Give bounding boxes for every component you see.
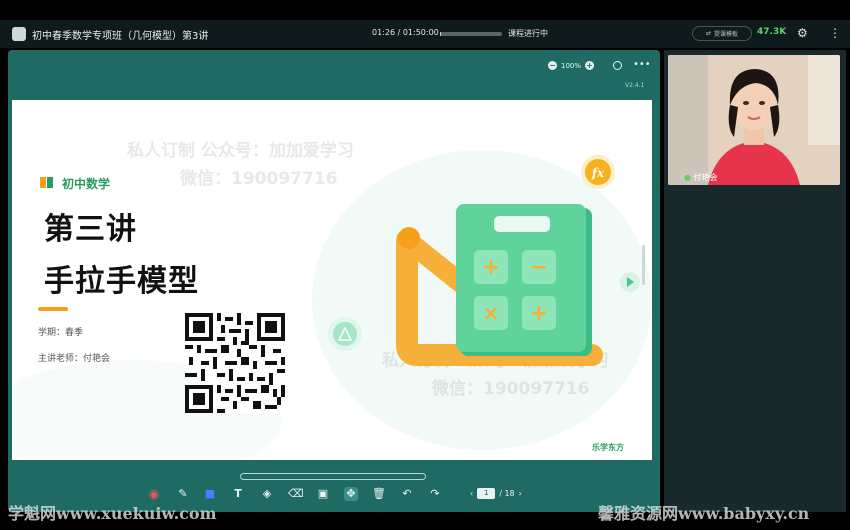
svg-text:+: + <box>530 301 548 326</box>
viewer-count: 47.3K <box>757 27 787 37</box>
page-indicator: ‹ 1 / 18 › <box>470 488 522 499</box>
svg-text:×: × <box>483 301 500 325</box>
playback-time: 01:26 / 01:50:00 <box>372 28 439 37</box>
pen-icon[interactable]: ✎ <box>176 487 190 501</box>
corner-watermark-right: 馨雅资源网www.babyxy.cn <box>598 504 810 523</box>
svg-text:−: − <box>530 255 548 280</box>
horizontal-scrollbar[interactable] <box>240 473 426 480</box>
course-title: 初中春季数学专项班（几何模型）第3讲 <box>32 31 209 42</box>
eraser-icon[interactable]: ⌫ <box>288 487 304 501</box>
text-icon[interactable]: T <box>231 487 245 501</box>
class-status: 课程进行中 <box>508 29 548 38</box>
zoom-in-icon[interactable]: + <box>585 61 595 70</box>
next-page-icon[interactable]: › <box>519 489 522 498</box>
zoom-control: − 100% + <box>548 61 595 70</box>
slide-subject: 初中数学 <box>62 177 111 191</box>
swap-icon: ⇄ <box>705 30 711 37</box>
playback-progress-fill <box>440 32 441 36</box>
redo-icon[interactable]: ↷ <box>428 487 442 501</box>
shape-icon[interactable]: ■ <box>203 487 217 501</box>
qr-code <box>185 313 285 413</box>
teacher-name: 付艳会 <box>693 173 718 182</box>
svg-text:fx: fx <box>591 166 605 180</box>
playback-progress-bar[interactable] <box>440 32 502 36</box>
trash-icon[interactable]: 🗑 <box>372 487 386 501</box>
slide-topic: 手拉手模型 <box>44 264 199 299</box>
zoom-out-icon[interactable]: − <box>548 61 557 70</box>
slide-lesson-number: 第三讲 <box>44 212 137 247</box>
teacher-video-frame <box>668 55 840 185</box>
version-label: V2.4.1 <box>625 82 645 89</box>
vertical-scrollbar[interactable] <box>642 245 645 285</box>
zoom-level: 100% <box>561 61 582 70</box>
svg-text:+: + <box>482 255 500 280</box>
top-bar: 初中春季数学专项班（几何模型）第3讲 01:26 / 01:50:00 课程进行… <box>0 20 850 48</box>
record-icon[interactable]: ◉ <box>147 487 161 501</box>
page-input[interactable]: 1 <box>477 488 496 499</box>
image-icon[interactable]: ▣ <box>316 487 330 501</box>
teacher-name-tag: ● 付艳会 <box>684 172 718 183</box>
app-icon <box>12 27 26 41</box>
fill-icon[interactable]: ◈ <box>260 487 274 501</box>
template-button[interactable]: ⇄ 提课模板 <box>692 26 752 41</box>
slide-term: 学期：春季 <box>38 328 84 338</box>
fullscreen-icon[interactable] <box>613 61 622 70</box>
slide-teacher: 主讲老师：付艳会 <box>38 354 111 364</box>
more-icon[interactable]: ••• <box>633 59 651 70</box>
page-total: / 18 <box>499 489 515 498</box>
more-icon[interactable]: ⋮ <box>829 26 841 40</box>
move-icon[interactable]: ✥ <box>344 487 358 501</box>
undo-icon[interactable]: ↶ <box>400 487 414 501</box>
template-button-label: 提课模板 <box>714 31 739 38</box>
prev-page-icon[interactable]: ‹ <box>470 489 473 498</box>
title-underline <box>38 307 68 311</box>
teacher-video <box>668 55 840 185</box>
gear-icon[interactable]: ⚙ <box>797 26 808 40</box>
mic-icon: ● <box>684 173 691 182</box>
corner-watermark-left: 学魁网www.xuekuiw.com <box>8 504 217 523</box>
brand-label: 乐学东方 <box>592 443 624 452</box>
book-logo-icon <box>40 177 53 188</box>
